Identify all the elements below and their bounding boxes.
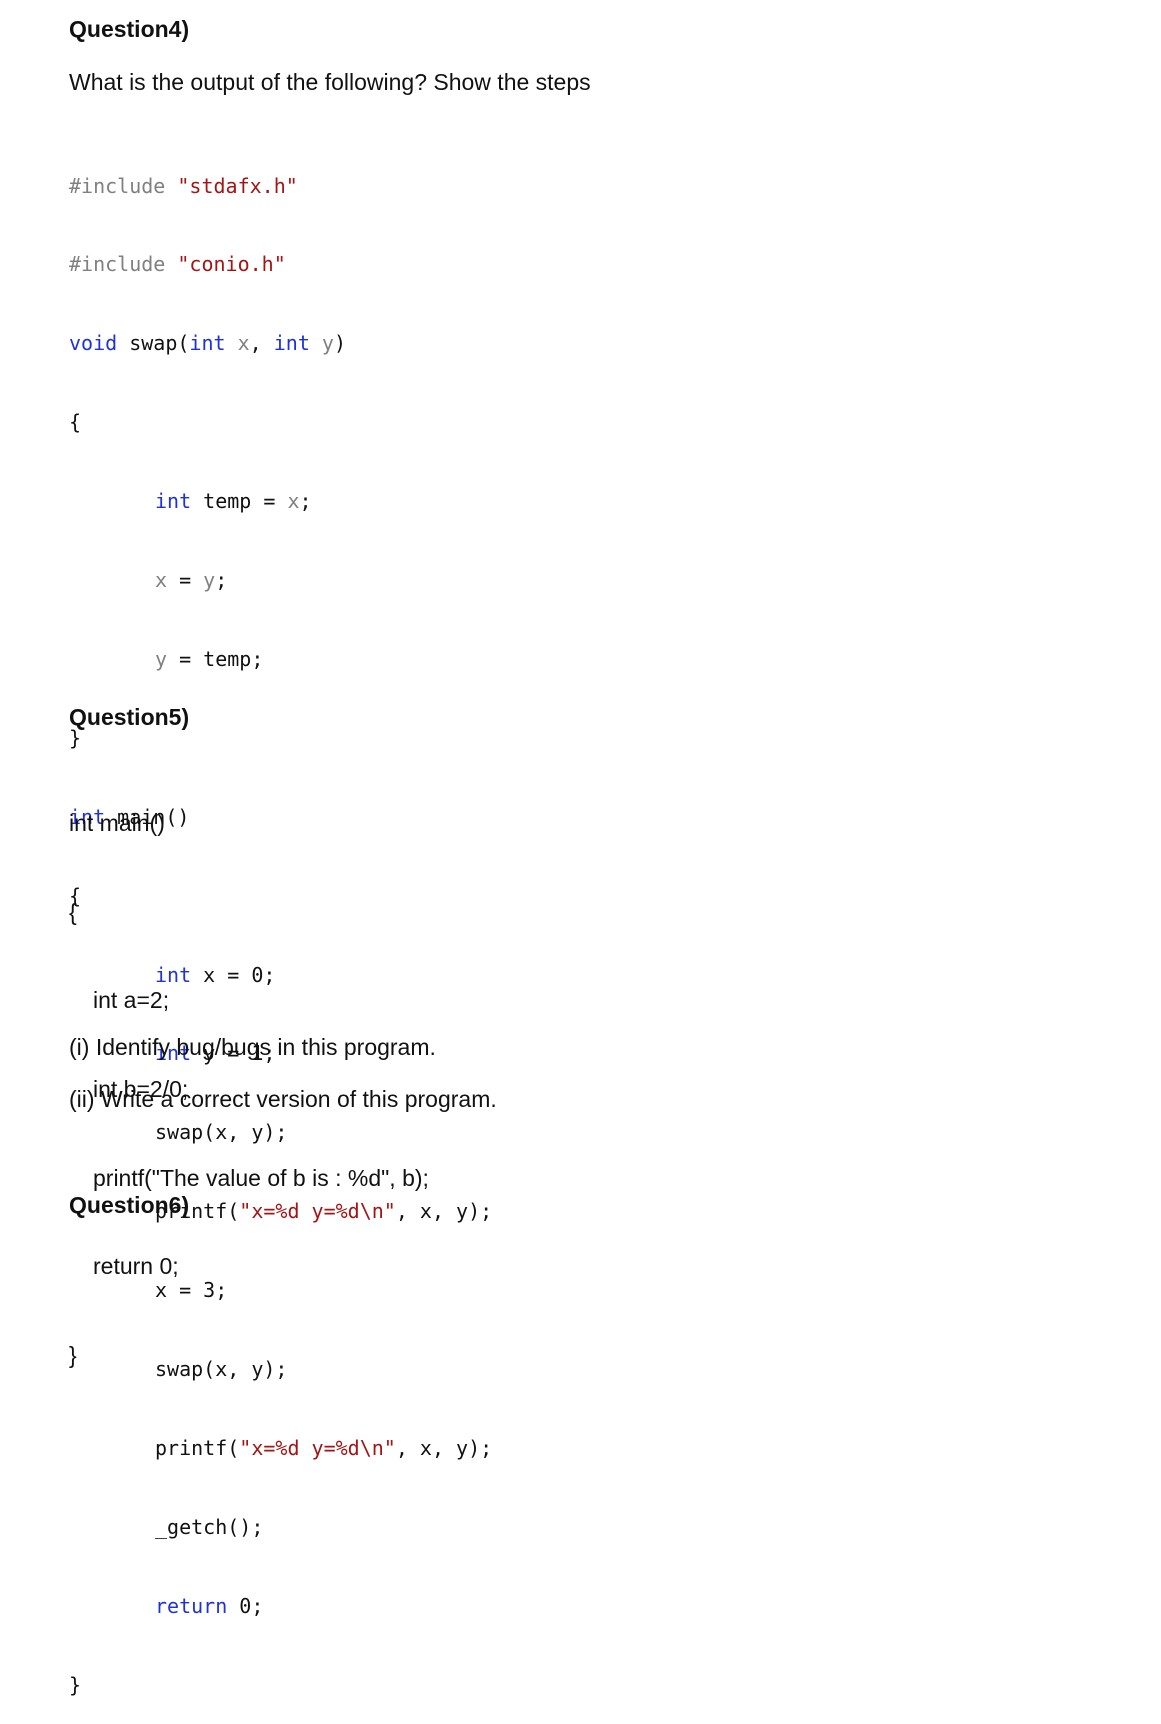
param-name: y <box>155 646 168 671</box>
question4-prompt: What is the output of the following? Sho… <box>69 69 591 95</box>
code-line-swap-body-1: int temp = x; <box>69 488 492 514</box>
question5-heading: Question5) <box>69 704 190 730</box>
code-text: 0; <box>227 1593 264 1618</box>
q5-code-line: { <box>69 898 77 925</box>
code-line-open-brace: { <box>69 410 82 435</box>
keyword: int <box>189 331 226 356</box>
q5-code-line: int main() <box>69 810 165 836</box>
param-name: x <box>155 568 168 593</box>
code-text: ; <box>215 568 228 593</box>
code-line-main-7: printf("x=%d y=%d\n", x, y); <box>69 1435 492 1461</box>
q5-code-line: return 0; <box>93 1253 179 1280</box>
code-line-swap-body-2: x = y; <box>69 567 492 593</box>
q5-code-line: } <box>69 1342 77 1369</box>
include-file: "conio.h" <box>177 252 286 277</box>
code-text: = <box>167 568 204 593</box>
code-line-main-8: _getch(); <box>155 1514 264 1539</box>
param-name: x <box>287 489 300 514</box>
code-text: ; <box>299 489 312 514</box>
preprocessor-directive: #include <box>69 252 178 277</box>
code-line-close-brace: } <box>69 1672 82 1697</box>
keyword: void <box>69 331 118 356</box>
punct: ) <box>333 331 346 356</box>
keyword: int <box>273 331 310 356</box>
punct: , <box>249 331 274 356</box>
preprocessor-directive: #include <box>69 173 178 198</box>
question6-heading: Question6) <box>69 1192 190 1218</box>
question5-task-1: (i) Identify bug/bugs in this program. <box>69 1034 436 1060</box>
param-name: y <box>203 568 216 593</box>
string-literal: "x=%d y=%d\n" <box>239 1435 396 1460</box>
code-text: printf( <box>155 1435 240 1460</box>
param-name: x <box>225 331 250 356</box>
keyword: return <box>155 1593 228 1618</box>
question4-heading: Question4) <box>69 16 190 42</box>
param-name: y <box>309 331 334 356</box>
function-name: swap( <box>117 331 190 356</box>
q5-code-line: int a=2; <box>93 987 170 1014</box>
code-line-main-9: return 0; <box>69 1593 492 1619</box>
question5-code-block: int main() { int a=2; int b=2/0; printf(… <box>69 756 429 1404</box>
code-text: , x, y); <box>395 1435 493 1460</box>
code-line-swap-signature: void swap(int x, int y) <box>69 330 492 356</box>
code-line-include-stdafx: #include "stdafx.h" <box>69 173 492 199</box>
keyword: int <box>155 489 192 514</box>
code-line-include-conio: #include "conio.h" <box>69 251 492 277</box>
include-file: "stdafx.h" <box>177 173 298 198</box>
question5-task-2: (ii) Write a correct version of this pro… <box>69 1086 497 1112</box>
code-line-swap-body-3: y = temp; <box>69 646 492 672</box>
code-text: temp = <box>191 489 288 514</box>
code-text: = temp; <box>167 646 264 671</box>
